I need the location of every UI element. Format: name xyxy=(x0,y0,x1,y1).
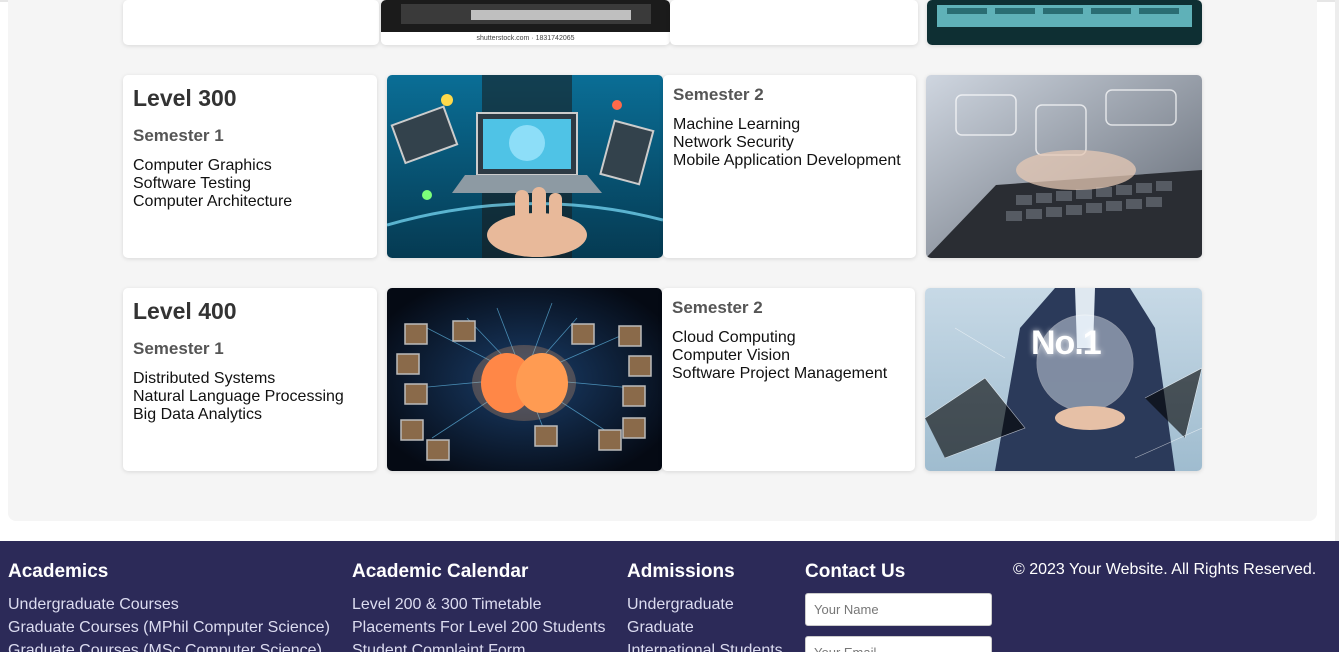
level-400-semester2-card: Semester 2 Cloud Computing Computer Visi… xyxy=(662,288,915,471)
courses-panel: shutterstock.com · 1831742065 Level 300 … xyxy=(8,0,1317,521)
copyright-text: © 2023 Your Website. All Rights Reserved… xyxy=(1013,561,1317,578)
footer-admissions: Admissions Undergraduate Graduate Intern… xyxy=(627,561,783,652)
course-item: Software Testing xyxy=(133,175,251,192)
level-300-semester2-card: Semester 2 Machine Learning Network Secu… xyxy=(663,75,916,258)
level-400-image-brain xyxy=(387,288,662,471)
footer-link-complaint-form[interactable]: Student Complaint Form xyxy=(352,639,605,652)
footer-academic-calendar: Academic Calendar Level 200 & 300 Timeta… xyxy=(352,561,605,652)
semester-title: Semester 2 xyxy=(673,85,764,104)
email-field[interactable] xyxy=(805,636,992,652)
course-list: Computer Graphics Software Testing Compu… xyxy=(133,157,367,211)
footer-academics: Academics Undergraduate Courses Graduate… xyxy=(8,561,330,652)
number-one-label: No.1 xyxy=(1031,324,1102,362)
course-list: Distributed Systems Natural Language Pro… xyxy=(133,370,367,424)
scrollbar-track[interactable] xyxy=(1335,0,1339,541)
course-list: Machine Learning Network Security Mobile… xyxy=(673,116,906,170)
semester-title: Semester 1 xyxy=(133,126,224,145)
course-item: Distributed Systems xyxy=(133,370,276,387)
course-item: Computer Architecture xyxy=(133,193,293,210)
partial-image-keyboard xyxy=(927,0,1202,45)
footer-link-timetable[interactable]: Level 200 & 300 Timetable xyxy=(352,593,605,616)
footer-contact: Contact Us xyxy=(805,561,992,652)
course-item: Natural Language Processing xyxy=(133,388,344,405)
course-list: Cloud Computing Computer Vision Software… xyxy=(672,329,905,383)
level-400-image-number-one: No.1 xyxy=(925,288,1202,471)
footer-link-graduate[interactable]: Graduate xyxy=(627,616,783,639)
footer-link-msc-courses[interactable]: Graduate Courses (MSc Computer Science) xyxy=(8,639,330,652)
course-item: Mobile Application Development xyxy=(673,152,901,169)
footer-link-placements[interactable]: Placements For Level 200 Students xyxy=(352,616,605,639)
footer-link-undergraduate[interactable]: Undergraduate xyxy=(627,593,783,616)
partial-card-semester2 xyxy=(670,0,918,45)
level-300-image-keyboard xyxy=(926,75,1202,258)
semester-title: Semester 2 xyxy=(672,298,763,317)
course-item: Computer Graphics xyxy=(133,157,272,174)
site-footer: Academics Undergraduate Courses Graduate… xyxy=(0,541,1339,652)
footer-heading: Admissions xyxy=(627,561,735,582)
level-400-semester1-card: Level 400 Semester 1 Distributed Systems… xyxy=(123,288,377,471)
partial-card-semester1 xyxy=(123,0,379,45)
semester-title: Semester 1 xyxy=(133,339,224,358)
level-300-image-laptop-hand xyxy=(387,75,663,258)
course-item: Machine Learning xyxy=(673,116,801,133)
stock-caption: shutterstock.com · 1831742065 xyxy=(476,35,575,42)
footer-link-mphil-courses[interactable]: Graduate Courses (MPhil Computer Science… xyxy=(8,616,330,639)
course-item: Computer Vision xyxy=(672,347,790,364)
course-item: Cloud Computing xyxy=(672,329,796,346)
footer-heading: Academic Calendar xyxy=(352,561,529,582)
partial-image-laptop: shutterstock.com · 1831742065 xyxy=(381,0,670,45)
level-300-semester1-card: Level 300 Semester 1 Computer Graphics S… xyxy=(123,75,377,258)
footer-link-international[interactable]: International Students xyxy=(627,639,783,652)
level-title: Level 400 xyxy=(133,298,237,324)
name-field[interactable] xyxy=(805,593,992,626)
course-item: Network Security xyxy=(673,134,794,151)
footer-link-undergraduate-courses[interactable]: Undergraduate Courses xyxy=(8,593,330,616)
footer-heading: Academics xyxy=(8,561,109,582)
course-item: Big Data Analytics xyxy=(133,406,262,423)
footer-heading: Contact Us xyxy=(805,561,906,582)
course-item: Software Project Management xyxy=(672,365,888,382)
level-title: Level 300 xyxy=(133,85,237,111)
